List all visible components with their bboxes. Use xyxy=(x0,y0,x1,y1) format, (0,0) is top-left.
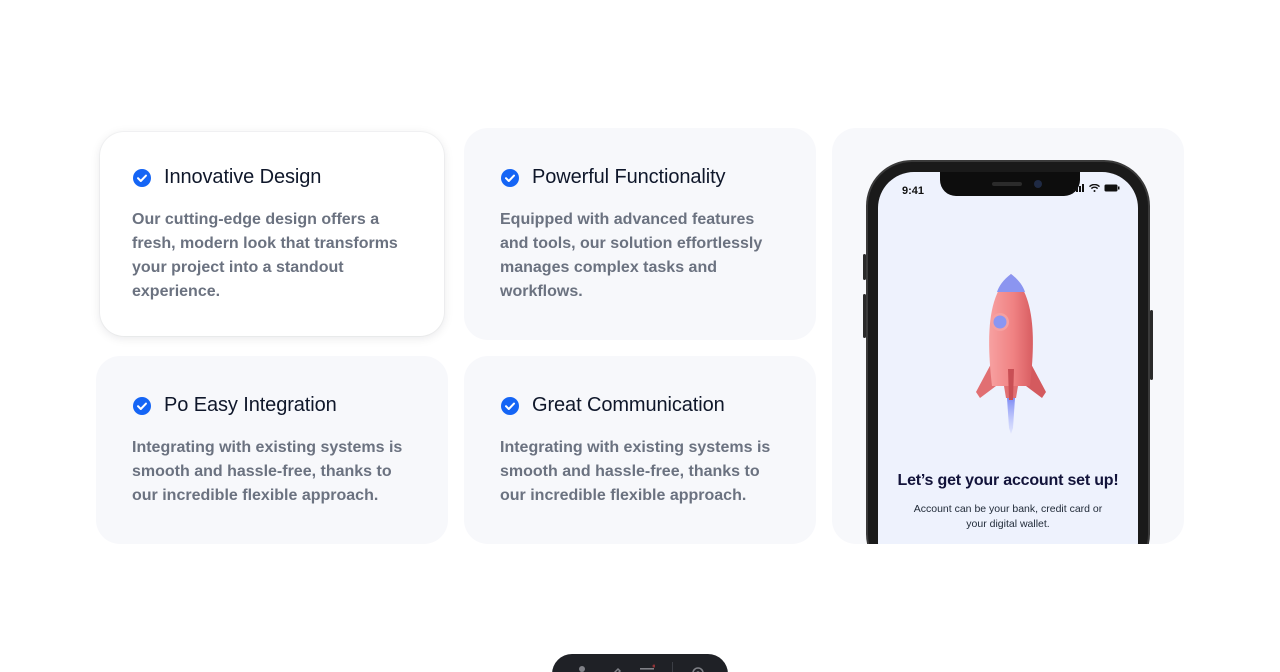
feature-card-powerful-functionality[interactable]: Powerful Functionality Equipped with adv… xyxy=(464,128,816,340)
phone-mute-button xyxy=(863,254,866,280)
feature-description: Our cutting-edge design offers a fresh, … xyxy=(132,211,398,300)
feature-card-easy-integration[interactable]: Po Easy Integration Integrating with exi… xyxy=(96,356,448,544)
feature-title: Po Easy Integration xyxy=(164,394,337,416)
phone-power-button xyxy=(1150,310,1153,380)
status-time: 9:41 xyxy=(902,185,925,197)
status-bar-icons xyxy=(1073,184,1120,192)
onboarding-title: Let’s get your account set up! xyxy=(897,472,1119,489)
bottom-dock xyxy=(552,654,728,672)
feature-card-header: Innovative Design xyxy=(132,166,412,189)
signal-icon xyxy=(1073,184,1084,192)
check-circle-icon xyxy=(132,168,152,188)
gear-icon[interactable] xyxy=(690,664,706,672)
feature-card-innovative-design[interactable]: Innovative Design Our cutting-edge desig… xyxy=(100,132,444,336)
feature-card-header: Powerful Functionality xyxy=(500,166,780,189)
phone-mockup-card: 9:41 Let’s get your account set up! Acco… xyxy=(832,128,1184,544)
user-icon[interactable] xyxy=(574,664,590,672)
feature-description: Integrating with existing systems is smo… xyxy=(500,439,771,504)
feature-title: Innovative Design xyxy=(164,166,322,188)
phone-screen: 9:41 Let’s get your account set up! Acco… xyxy=(878,172,1138,544)
rocket-illustration xyxy=(976,274,1046,434)
check-circle-icon xyxy=(500,396,520,416)
feature-card-great-communication[interactable]: Great Communication Integrating with exi… xyxy=(464,356,816,544)
phone-frame: 9:41 Let’s get your account set up! Acco… xyxy=(863,160,1153,544)
wifi-icon xyxy=(1089,184,1100,192)
phone-notch xyxy=(940,172,1080,196)
feature-description: Integrating with existing systems is smo… xyxy=(132,439,403,504)
check-circle-icon xyxy=(500,168,520,188)
pen-icon[interactable] xyxy=(607,664,623,672)
check-circle-icon xyxy=(132,396,152,416)
phone-volume-button xyxy=(863,294,866,338)
dock-divider xyxy=(672,662,674,672)
onboarding-subtitle: Account can be your bank, credit card or… xyxy=(913,503,1103,530)
feature-title: Great Communication xyxy=(532,394,725,416)
feature-title: Powerful Functionality xyxy=(532,166,726,188)
feature-card-header: Great Communication xyxy=(500,394,780,417)
battery-icon xyxy=(1104,184,1120,192)
menu-icon[interactable] xyxy=(639,664,656,672)
camera-icon xyxy=(1034,180,1042,188)
feature-card-header: Po Easy Integration xyxy=(132,394,412,417)
feature-description: Equipped with advanced features and tool… xyxy=(500,211,763,300)
